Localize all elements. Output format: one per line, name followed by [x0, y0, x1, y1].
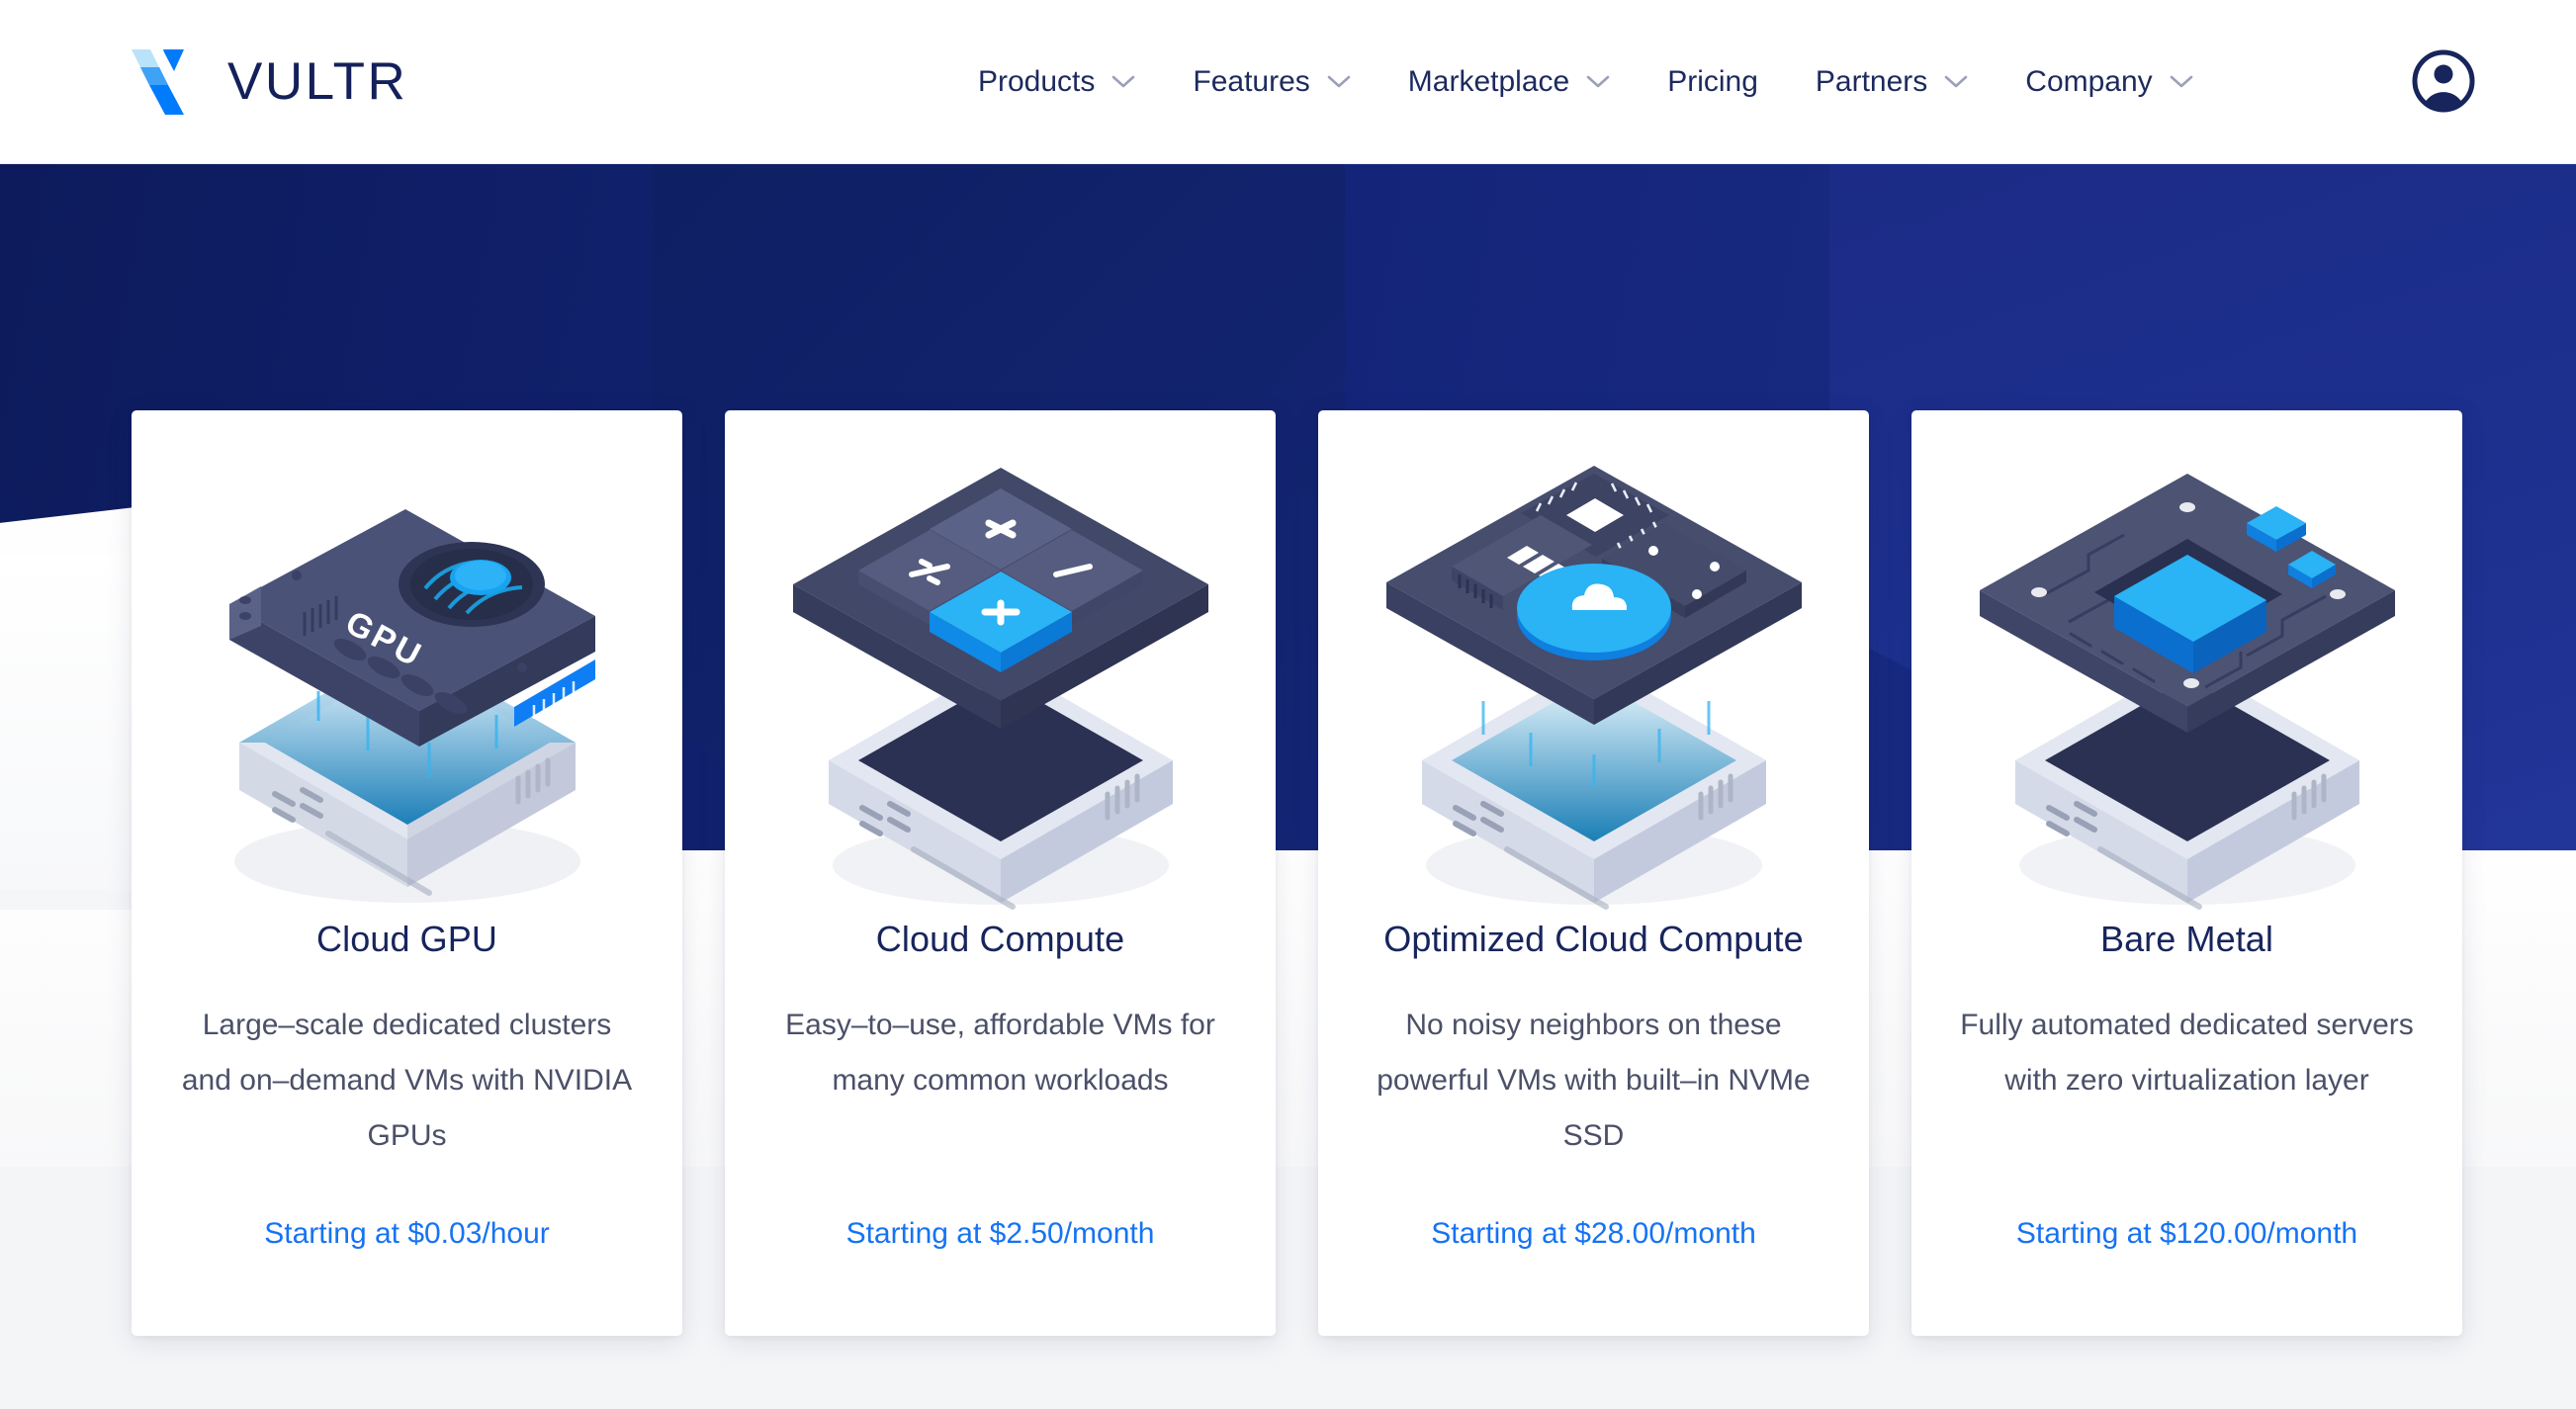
card-description: Easy–to–use, affordable VMs for many com…	[785, 1009, 1215, 1097]
card-title: Cloud Compute	[875, 919, 1125, 959]
nav-item-pricing[interactable]: Pricing	[1639, 65, 1787, 99]
account-circle-icon[interactable]	[2412, 49, 2475, 113]
main-navigation: Products Features Marketplace Pricing Pa…	[949, 0, 2222, 163]
nav-label: Marketplace	[1407, 64, 1570, 98]
vultr-landing-page: VULTR Products Features Marketplace Pric…	[0, 0, 2576, 1409]
logo[interactable]: VULTR	[129, 45, 407, 117]
chevron-down-icon	[1327, 75, 1351, 87]
vultr-v-logo-icon	[132, 49, 184, 115]
cpu-chip-isometric-icon	[1979, 474, 2395, 910]
card-price-link[interactable]: Starting at $28.00/month	[1431, 1217, 1756, 1251]
nav-item-partners[interactable]: Partners	[1787, 65, 1997, 99]
nav-label: Products	[978, 64, 1096, 98]
motherboard-cloud-isometric-icon	[1385, 466, 1802, 910]
product-card-bare-metal[interactable]: Bare Metal Fully automated dedicated ser…	[1911, 410, 2462, 1336]
nav-label: Features	[1193, 64, 1310, 98]
card-price-link[interactable]: Starting at $120.00/month	[2016, 1217, 2357, 1251]
card-title: Bare Metal	[2099, 919, 2274, 959]
card-title: Optimized Cloud Compute	[1383, 919, 1804, 959]
nav-item-company[interactable]: Company	[1997, 65, 2221, 99]
logo-text: VULTR	[227, 51, 408, 111]
product-card-grid: GPU Cloud GPU Large–scale dedicated clus…	[0, 0, 2576, 1409]
card-price-link[interactable]: Starting at $0.03/hour	[264, 1217, 550, 1251]
gpu-card-isometric-icon: GPU	[228, 509, 595, 903]
card-description: Fully automated dedicated servers with z…	[1960, 1009, 2414, 1097]
card-price-link[interactable]: Starting at $2.50/month	[846, 1217, 1155, 1251]
chevron-down-icon	[1944, 75, 1968, 87]
product-card-cloud-compute[interactable]: Cloud Compute Easy–to–use, affordable VM…	[725, 410, 1276, 1336]
card-title: Cloud GPU	[316, 919, 497, 959]
chevron-down-icon	[1112, 75, 1135, 87]
nav-item-features[interactable]: Features	[1164, 65, 1378, 99]
site-header: VULTR Products Features Marketplace Pric…	[0, 0, 2576, 164]
product-card-optimized-cloud-compute[interactable]: Optimized Cloud Compute No noisy neighbo…	[1318, 410, 1869, 1336]
nav-label: Company	[2025, 64, 2153, 98]
card-description: Large–scale dedicated clusters and on–de…	[181, 1009, 633, 1152]
chevron-down-icon	[1586, 75, 1610, 87]
nav-label: Pricing	[1667, 64, 1758, 98]
product-card-cloud-gpu[interactable]: GPU Cloud GPU Large–scale dedicated clus…	[132, 410, 682, 1336]
compute-tiles-isometric-icon	[792, 468, 1208, 910]
chevron-down-icon	[2170, 75, 2192, 87]
nav-label: Partners	[1815, 64, 1928, 98]
nav-item-marketplace[interactable]: Marketplace	[1379, 65, 1639, 99]
nav-item-products[interactable]: Products	[949, 65, 1164, 99]
card-description: No noisy neighbors on these powerful VMs…	[1377, 1009, 1811, 1152]
